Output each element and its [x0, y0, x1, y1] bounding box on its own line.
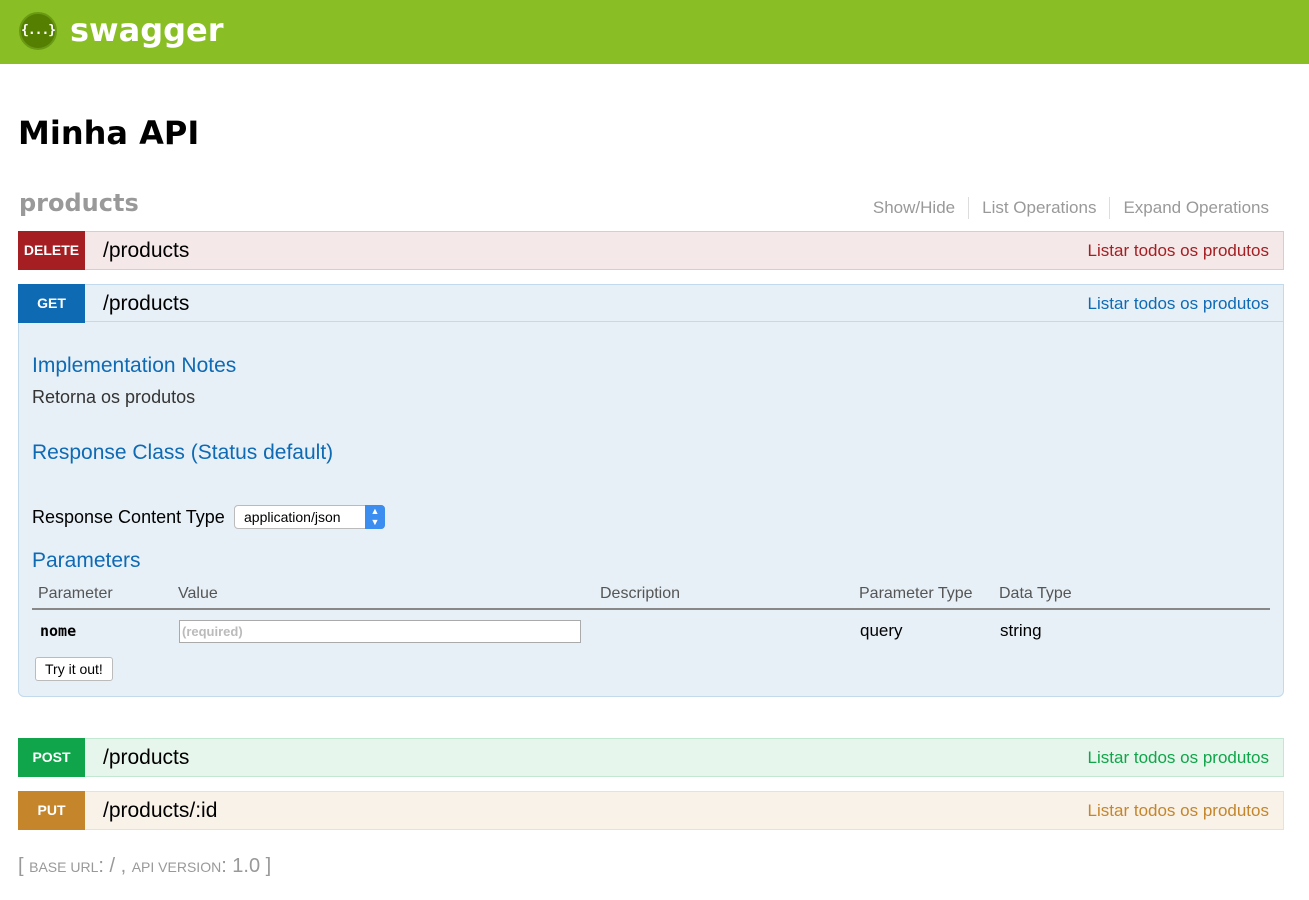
api-version-label: api version: [131, 859, 222, 875]
response-content-type-select[interactable]: application/json ▲ ▼: [234, 505, 385, 529]
operation-post-products: POST /products Listar todos os produtos: [18, 738, 1284, 777]
list-operations-link[interactable]: List Operations: [982, 196, 1096, 220]
implementation-notes-text: Retorna os produtos: [32, 387, 196, 407]
divider: [968, 197, 970, 219]
method-badge-get[interactable]: GET: [18, 284, 85, 323]
response-content-type-label: Response Content Type: [32, 507, 225, 527]
table-header: Parameter Value Description Parameter Ty…: [32, 580, 1270, 610]
column-header-description: Description: [600, 585, 681, 602]
top-bar: {...} swagger: [0, 0, 1309, 64]
column-header-data-type: Data Type: [999, 585, 1072, 602]
parameters-table: Parameter Value Description Parameter Ty…: [32, 580, 1270, 654]
api-info-footer: [ base url: / , api version: 1.0 ]: [18, 853, 271, 880]
divider: [1109, 197, 1111, 219]
operation-header[interactable]: GET /products Listar todos os produtos: [18, 284, 1283, 323]
operation-path[interactable]: /products: [103, 739, 189, 776]
operation-put-products-id: PUT /products/:id Listar todos os produt…: [18, 791, 1284, 830]
operation-path[interactable]: /products: [103, 285, 189, 322]
resource-title-products[interactable]: products: [19, 188, 139, 218]
operation-summary[interactable]: Listar todos os produtos: [1088, 739, 1269, 776]
operation-summary[interactable]: Listar todos os produtos: [1088, 285, 1269, 322]
swagger-logo-icon[interactable]: {...}: [19, 12, 57, 50]
brand-name[interactable]: swagger: [70, 9, 224, 51]
api-version-value: : 1.0 ]: [221, 855, 272, 877]
table-row: nome query string: [32, 610, 1270, 654]
column-header-value: Value: [178, 585, 218, 602]
operation-header[interactable]: PUT /products/:id Listar todos os produt…: [18, 791, 1283, 830]
parameter-type: query: [860, 621, 903, 640]
select-arrows-icon: ▲ ▼: [365, 505, 385, 529]
method-badge-post[interactable]: POST: [18, 738, 85, 777]
parameter-data-type: string: [1000, 621, 1042, 640]
operation-summary[interactable]: Listar todos os produtos: [1088, 232, 1269, 269]
operation-get-products: GET /products Listar todos os produtos I…: [18, 284, 1284, 697]
column-header-parameter: Parameter: [38, 585, 113, 602]
footer-open-bracket: [: [18, 855, 30, 877]
select-value: application/json: [244, 509, 341, 525]
operation-header[interactable]: DELETE /products Listar todos os produto…: [18, 231, 1283, 270]
show-hide-link[interactable]: Show/Hide: [873, 196, 955, 220]
operation-path[interactable]: /products/:id: [103, 792, 217, 829]
page-title: Minha API: [18, 114, 200, 152]
operation-delete-products: DELETE /products Listar todos os produto…: [18, 231, 1284, 270]
column-header-parameter-type: Parameter Type: [859, 585, 973, 602]
base-url-value: : / ,: [98, 855, 132, 877]
method-badge-put[interactable]: PUT: [18, 791, 85, 830]
operation-summary[interactable]: Listar todos os produtos: [1088, 792, 1269, 829]
operation-header[interactable]: POST /products Listar todos os produtos: [18, 738, 1283, 777]
response-class-heading: Response Class (Status default): [32, 441, 334, 464]
parameter-name: nome: [40, 622, 77, 640]
resource-actions: Show/Hide List Operations Expand Operati…: [873, 196, 1269, 220]
expand-operations-link[interactable]: Expand Operations: [1123, 196, 1269, 220]
operation-path[interactable]: /products: [103, 232, 189, 269]
method-badge-delete[interactable]: DELETE: [18, 231, 85, 270]
implementation-notes-heading: Implementation Notes: [32, 354, 237, 377]
try-it-out-button[interactable]: Try it out!: [35, 657, 113, 681]
parameter-value-input[interactable]: [179, 620, 581, 643]
base-url-label: base url: [29, 859, 99, 875]
parameters-heading: Parameters: [32, 549, 141, 572]
